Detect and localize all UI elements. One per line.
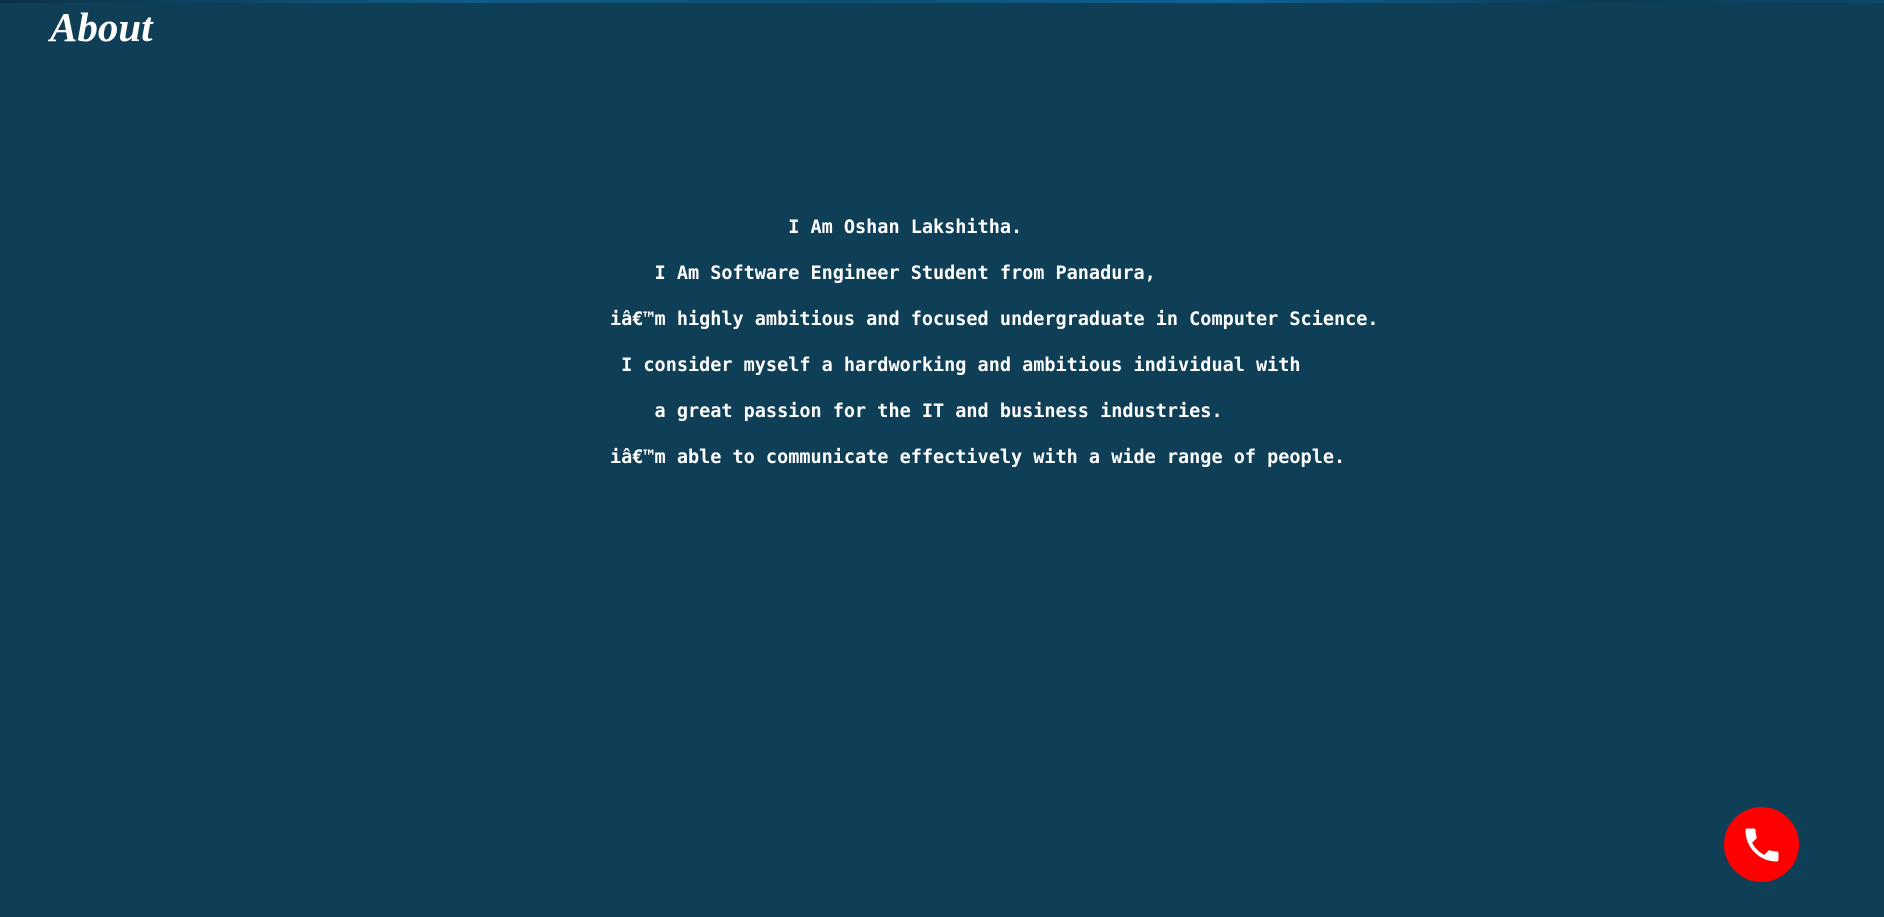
- about-text: I Am Oshan Lakshitha. I Am Software Engi…: [610, 212, 1410, 488]
- call-button[interactable]: [1724, 807, 1799, 882]
- page-title: About: [50, 4, 153, 50]
- bio-line-character: I consider myself a hardworking and ambi…: [610, 355, 1301, 376]
- bio-line-role: I Am Software Engineer Student from Pana…: [610, 263, 1156, 284]
- bio-line-education: iâ€™m highly ambitious and focused under…: [610, 309, 1379, 330]
- bio-line-name: I Am Oshan Lakshitha.: [610, 217, 1023, 238]
- bio-line-passion: a great passion for the IT and business …: [610, 401, 1223, 422]
- top-accent-strip: [0, 0, 1884, 3]
- bio-line-communication: iâ€™m able to communicate effectively wi…: [610, 447, 1346, 468]
- phone-icon: [1740, 823, 1784, 867]
